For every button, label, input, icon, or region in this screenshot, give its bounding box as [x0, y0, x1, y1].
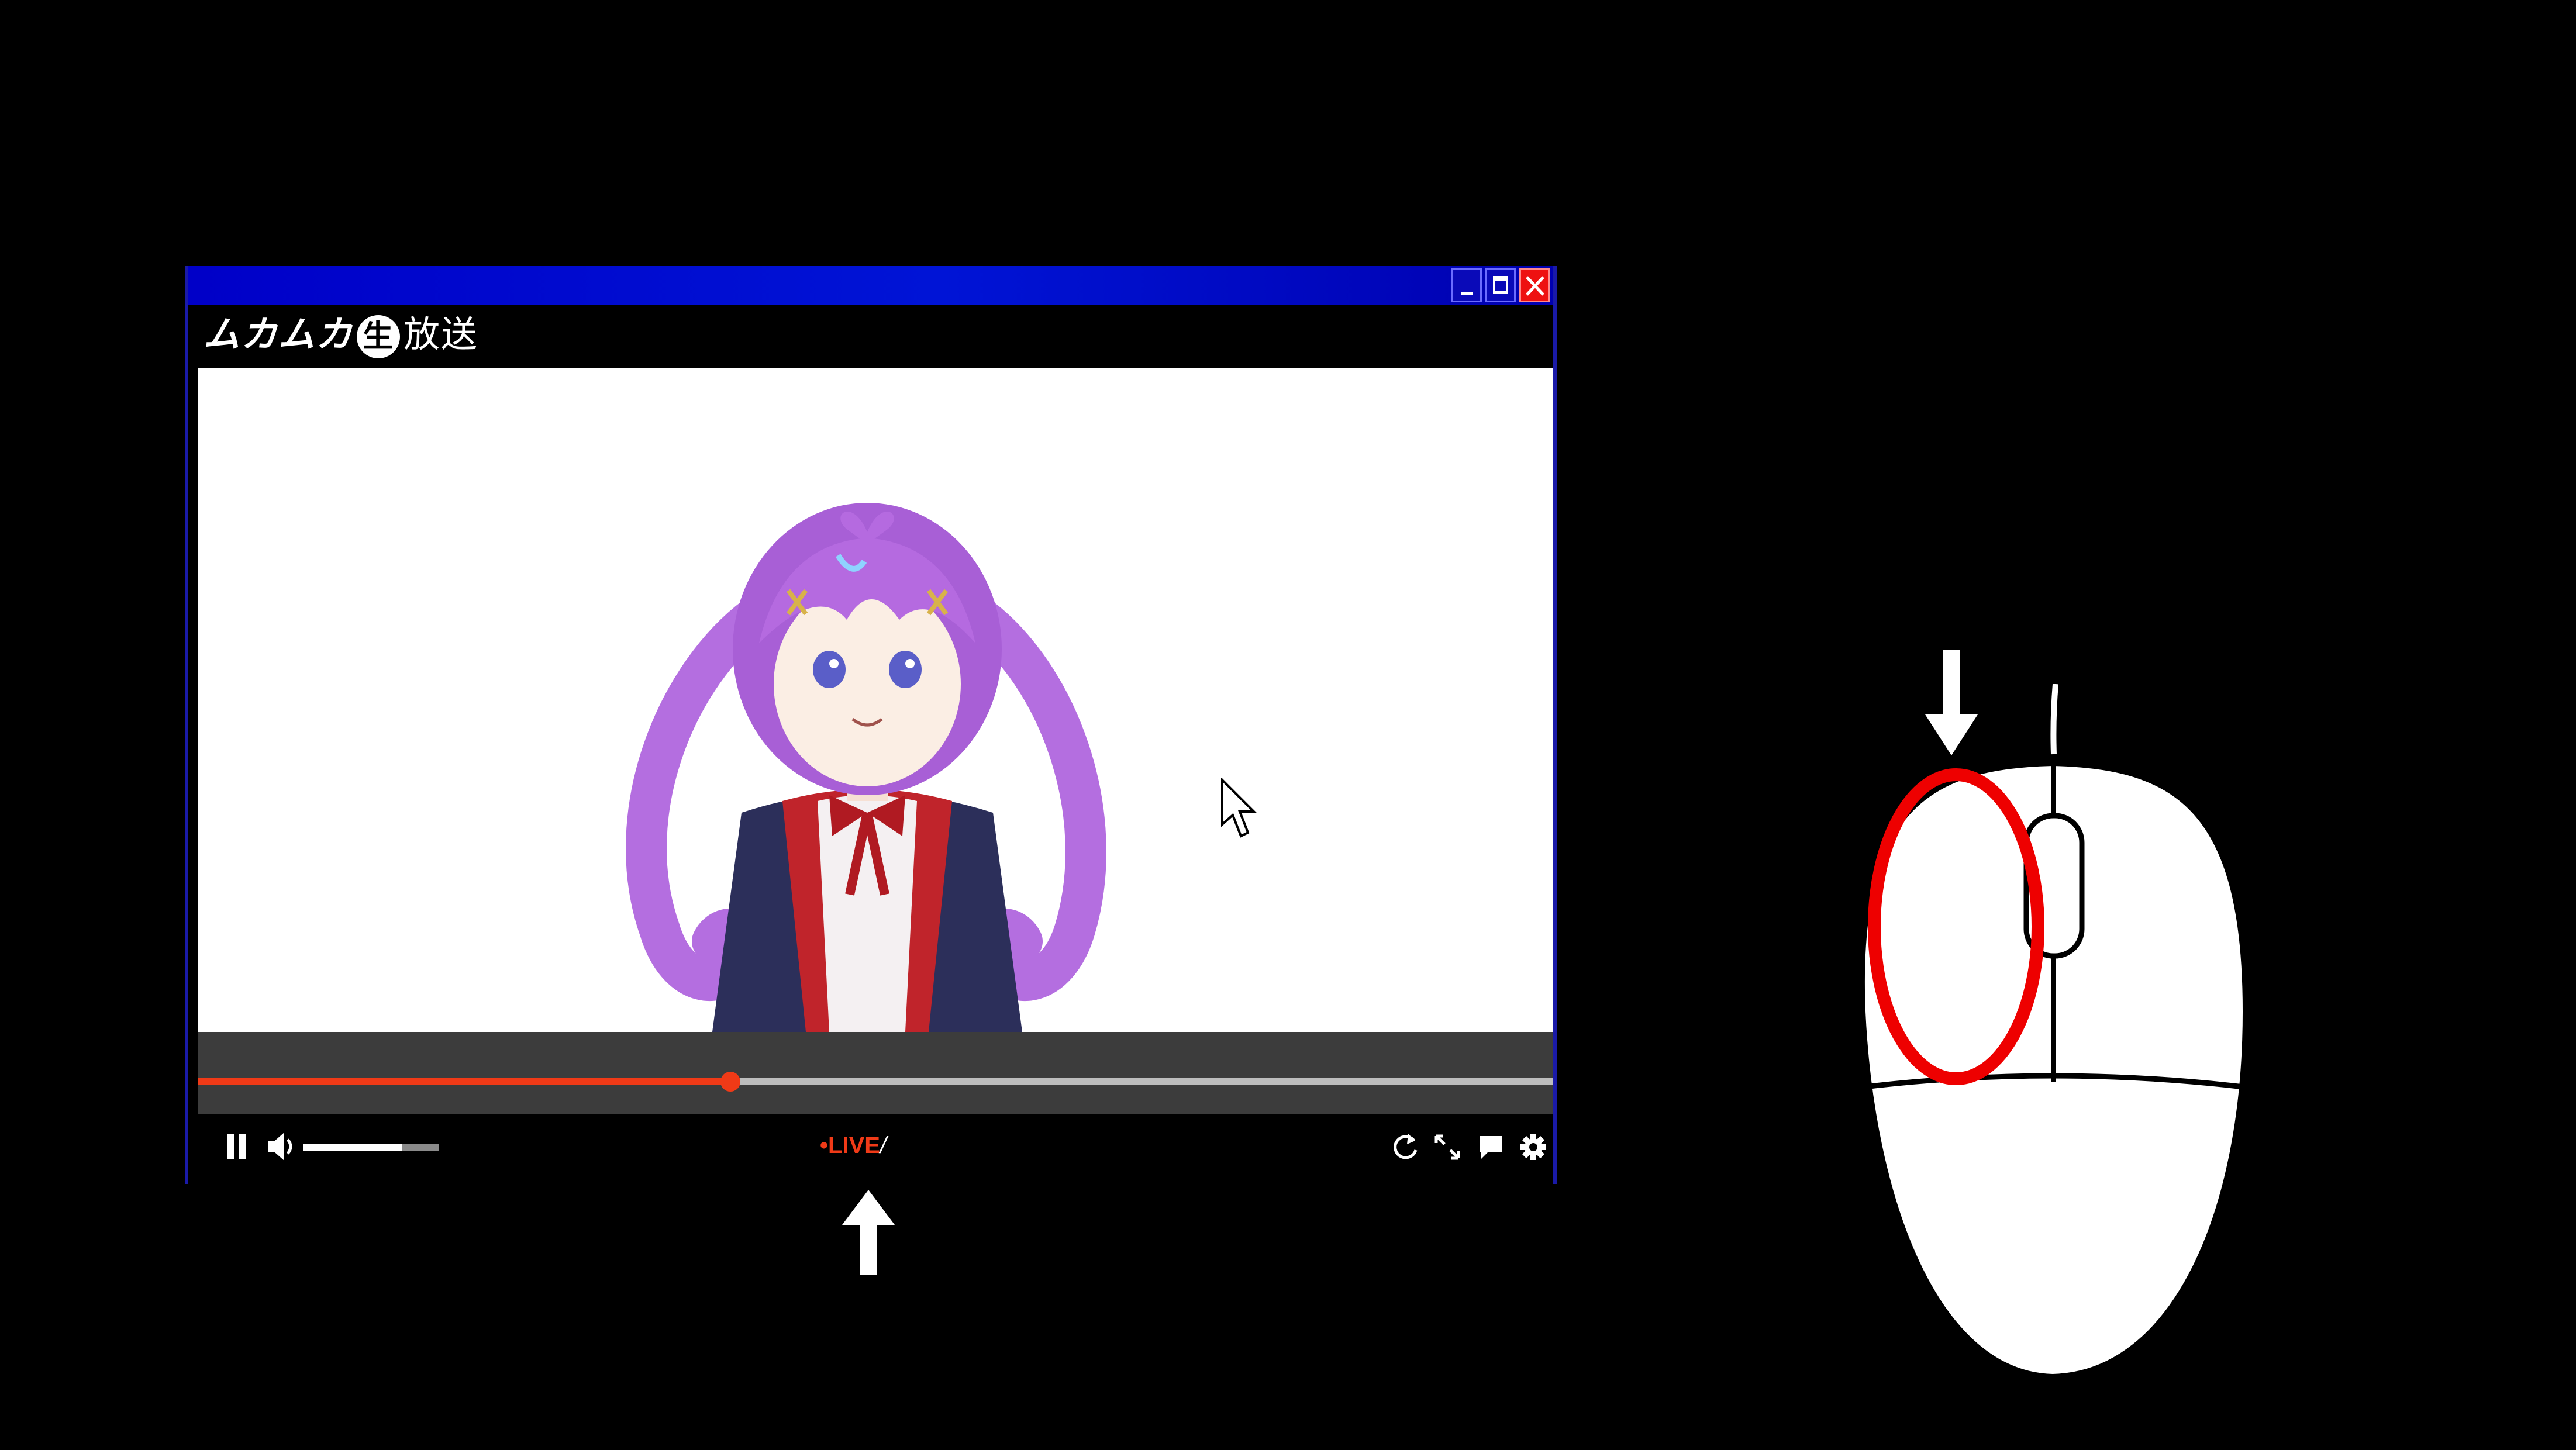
live-separator: /: [880, 1133, 887, 1158]
brand-bar: ムカムカ生放送: [188, 305, 1553, 363]
maximize-button[interactable]: [1485, 268, 1516, 302]
title-bar[interactable]: [188, 266, 1553, 305]
comment-icon[interactable]: [1476, 1131, 1505, 1163]
player-window: ムカムカ生放送 •LIVE/: [185, 266, 1557, 1184]
mouse-pointer-icon: [1221, 778, 1257, 838]
seek-progress: [198, 1078, 730, 1085]
live-dot: •: [820, 1133, 829, 1158]
control-bar: •LIVE/: [198, 1114, 1553, 1184]
video-area[interactable]: [198, 368, 1553, 1032]
volume-icon[interactable]: [267, 1129, 297, 1164]
close-button[interactable]: [1519, 268, 1550, 302]
seek-handle[interactable]: [720, 1072, 740, 1092]
seek-bar-area: [198, 1032, 1553, 1114]
refresh-icon[interactable]: [1391, 1131, 1420, 1163]
brand-suffix: 放送: [404, 313, 479, 355]
live-label: LIVE: [828, 1133, 880, 1158]
streamer-avatar: [626, 503, 1106, 1032]
brand-badge: 生: [357, 315, 401, 358]
fullscreen-icon[interactable]: [1433, 1131, 1462, 1163]
close-icon: [1526, 276, 1544, 296]
arrow-up-icon: [842, 1190, 895, 1275]
brand-prefix: ムカムカ: [204, 313, 354, 355]
gear-icon[interactable]: [1518, 1131, 1549, 1163]
minimize-button[interactable]: [1451, 268, 1482, 302]
mouse-icon: [1858, 684, 2249, 1380]
brand-logo[interactable]: ムカムカ生放送: [204, 313, 479, 358]
volume-level: [303, 1144, 402, 1151]
volume-slider[interactable]: [303, 1144, 439, 1151]
live-indicator[interactable]: •LIVE/: [820, 1133, 887, 1159]
pause-button[interactable]: [225, 1134, 248, 1159]
